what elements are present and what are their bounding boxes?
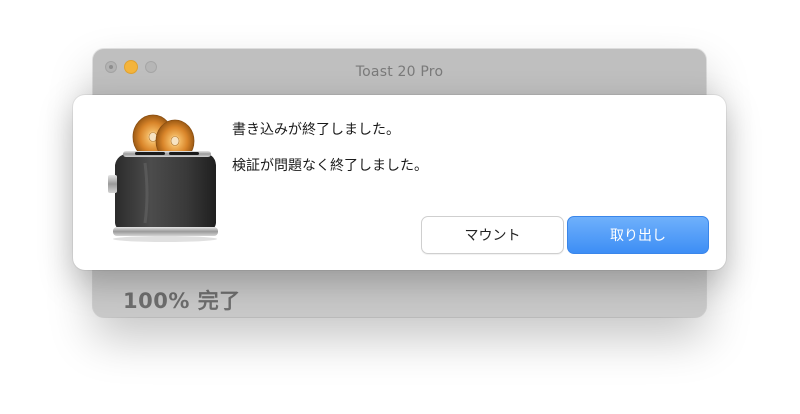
alert-message-primary: 書き込みが終了しました。	[232, 122, 400, 138]
alert-sheet: 書き込みが終了しました。 検証が問題なく終了しました。 マウント 取り出し	[73, 95, 726, 270]
progress-status: 100% 完了	[123, 289, 241, 313]
mount-button[interactable]: マウント	[421, 216, 564, 254]
alert-message-secondary: 検証が問題なく終了しました。	[232, 158, 428, 174]
window-title: Toast 20 Pro	[355, 64, 444, 80]
eject-button[interactable]: 取り出し	[567, 216, 709, 254]
toaster-disc-icon	[108, 114, 218, 242]
title-bar: Toast 20 Pro	[93, 49, 706, 95]
